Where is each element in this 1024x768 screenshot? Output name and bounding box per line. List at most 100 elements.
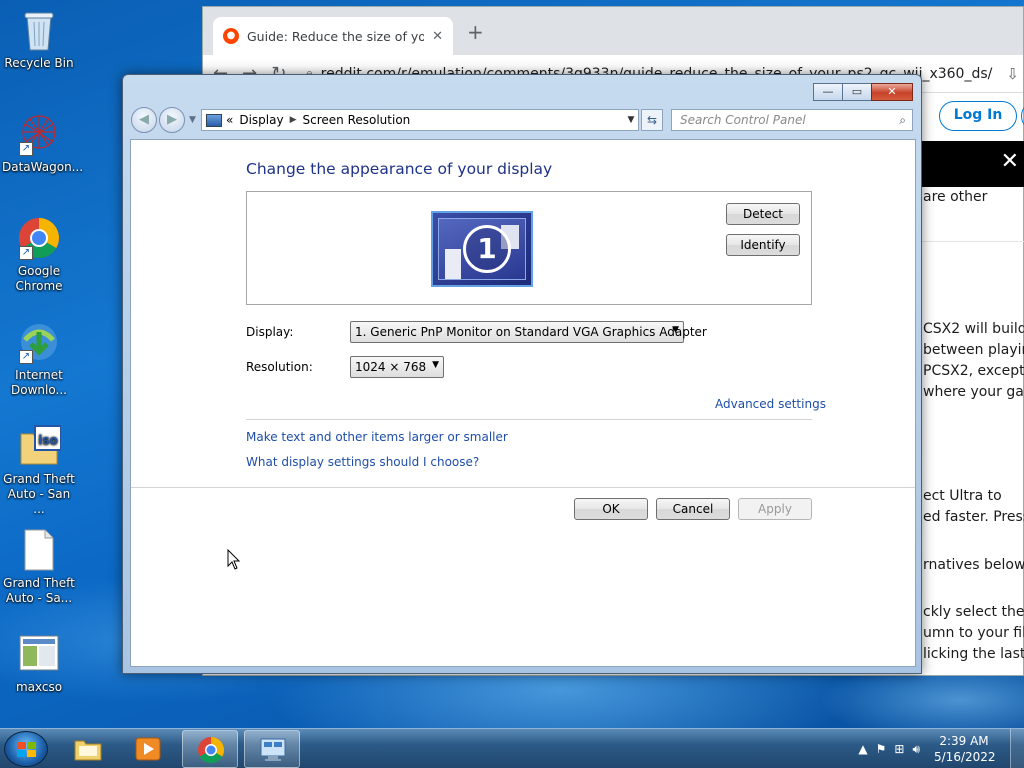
identify-button[interactable]: Identify [726,234,800,256]
chevron-down-icon: ▼ [672,325,679,335]
download-manager-icon: ↗ [17,320,61,364]
close-icon[interactable]: ✕ [1001,151,1019,173]
chrome-icon: ↗ [17,216,61,260]
breadcrumb-overflow[interactable]: « [226,113,233,127]
browser-tab-bar: ● Guide: Reduce the size of your P ✕ + [203,7,1023,55]
page-text-line: ckly select these [923,604,1024,620]
svg-text:iso: iso [38,433,58,447]
show-hidden-icons-icon[interactable]: ▲ [858,742,867,757]
window-controls: — ▭ ✕ [813,83,913,101]
taskbar-file-explorer[interactable] [60,730,116,768]
monitor-number: 1 [463,225,511,273]
resolution-select[interactable]: 1024 × 768 ▼ [350,356,444,378]
page-text-line: are other [923,189,988,205]
page-title: Change the appearance of your display [246,160,553,178]
windows-logo-icon [17,742,37,758]
browser-tab-title: Guide: Reduce the size of your P [247,28,425,44]
content-pane: Change the appearance of your display 1 … [130,139,916,667]
taskbar: ▲ ⚑ ⊞ 🔊︎ 2:39 AM 5/16/2022 [0,728,1024,768]
shortcut-arrow-icon: ↗ [19,246,33,260]
chevron-right-icon[interactable]: ▶ [290,115,297,125]
search-placeholder: Search Control Panel [680,113,806,127]
network-icon[interactable]: ⊞ [894,742,904,757]
page-text-line: CSX2 will build ar [923,321,1024,337]
action-center-icon[interactable]: ⚑ [876,742,887,757]
refresh-icon: ⇆ [646,113,658,127]
install-icon[interactable]: ⇩ [1006,65,1019,83]
page-text-line: rnatives below) t [923,557,1024,573]
control-panel-icon [206,113,222,127]
shortcut-arrow-icon: ↗ [19,142,33,156]
clock-date: 5/16/2022 [934,750,996,764]
volume-icon[interactable]: 🔊︎ [912,742,920,757]
ok-button[interactable]: OK [574,498,648,520]
media-player-icon [135,737,161,761]
screen-resolution-window: — ▭ ✕ ◀ ▶ ▼ « Display ▶ Screen Resolutio… [122,74,922,674]
refresh-button[interactable]: ⇆ [641,109,663,131]
new-tab-icon[interactable]: + [467,20,484,44]
minimize-button[interactable]: — [813,83,843,101]
page-text-line: between playing [923,342,1024,358]
display-help-link[interactable]: What display settings should I choose? [246,455,479,469]
desktop-icon-label: Internet Downlo... [11,368,67,397]
taskbar-control-panel[interactable] [244,730,300,768]
desktop-icon-gta-file[interactable]: Grand Theft Auto - Sa... [2,528,76,606]
blank-file-icon [17,528,61,572]
monitor-window-shape [445,249,461,279]
page-text-line: where your gam [923,384,1024,400]
desktop-icon-internet-download-manager[interactable]: ↗ Internet Downlo... [2,320,76,398]
detect-button[interactable]: Detect [726,203,800,225]
chevron-down-icon[interactable]: ▼ [624,115,638,125]
desktop-icon-gta-iso[interactable]: iso Grand Theft Auto - San ... [2,424,76,517]
maximize-button[interactable]: ▭ [842,83,872,101]
display-settings-icon [260,738,286,761]
display-select-value: 1. Generic PnP Monitor on Standard VGA G… [355,325,707,339]
display-label: Display: [246,325,294,339]
clock[interactable]: 2:39 AM 5/16/2022 [934,733,996,765]
forward-button[interactable]: ▶ [159,107,185,133]
recycle-bin-icon [17,8,61,52]
reddit-icon: ● [223,28,239,44]
desktop-icon-label: Recycle Bin [4,56,74,70]
desktop-icon-recycle-bin[interactable]: Recycle Bin [2,8,76,71]
apply-button[interactable]: Apply [738,498,812,520]
close-icon[interactable]: ✕ [432,29,443,44]
start-button[interactable] [4,731,48,767]
resolution-label: Resolution: [246,360,313,374]
maxcso-icon [17,632,61,676]
desktop-icon-label: Google Chrome [15,264,63,293]
iso-file-icon: iso [17,424,62,468]
page-text-line: umn to your file [923,625,1024,641]
display-select[interactable]: 1. Generic PnP Monitor on Standard VGA G… [350,321,707,343]
desktop-icon-datawagon[interactable]: ↗ DataWagon... [2,112,83,175]
browser-tab[interactable]: ● Guide: Reduce the size of your P ✕ [213,17,453,55]
resolution-select-value: 1024 × 768 [355,360,427,374]
divider [131,487,915,488]
breadcrumb-screen-resolution[interactable]: Screen Resolution [303,113,411,127]
chevron-down-icon: ▼ [432,360,439,370]
desktop-icon-label: Grand Theft Auto - Sa... [3,576,75,605]
desktop-icon-maxcso[interactable]: maxcso [2,632,76,695]
monitor-arrangement-area: 1 Detect Identify [246,191,812,305]
show-desktop-button[interactable] [1010,729,1024,768]
text-size-link[interactable]: Make text and other items larger or smal… [246,430,508,444]
search-icon[interactable]: ⌕ [899,113,906,128]
advanced-settings-link[interactable]: Advanced settings [715,397,826,411]
desktop-icon-google-chrome[interactable]: ↗ Google Chrome [2,216,76,294]
search-input[interactable]: Search Control Panel ⌕ [671,109,913,131]
taskbar-media-player[interactable] [120,730,176,768]
folder-icon [74,740,102,761]
back-button[interactable]: ◀ [131,107,157,133]
breadcrumb-display[interactable]: Display [239,113,283,127]
monitor-1-thumbnail[interactable]: 1 [431,211,533,287]
page-text-line: licking the last [923,646,1024,662]
recent-pages-dropdown-icon[interactable]: ▼ [189,115,196,125]
taskbar-google-chrome[interactable] [182,730,238,768]
page-text-line: ect Ultra to [923,488,1002,504]
address-breadcrumb[interactable]: « Display ▶ Screen Resolution ▼ [201,109,639,131]
cancel-button[interactable]: Cancel [656,498,730,520]
monitor-screen: 1 [438,218,526,280]
page-text-line: PCSX2, except yo [923,363,1024,379]
log-in-button[interactable]: Log In [939,101,1017,131]
close-button[interactable]: ✕ [871,83,913,101]
